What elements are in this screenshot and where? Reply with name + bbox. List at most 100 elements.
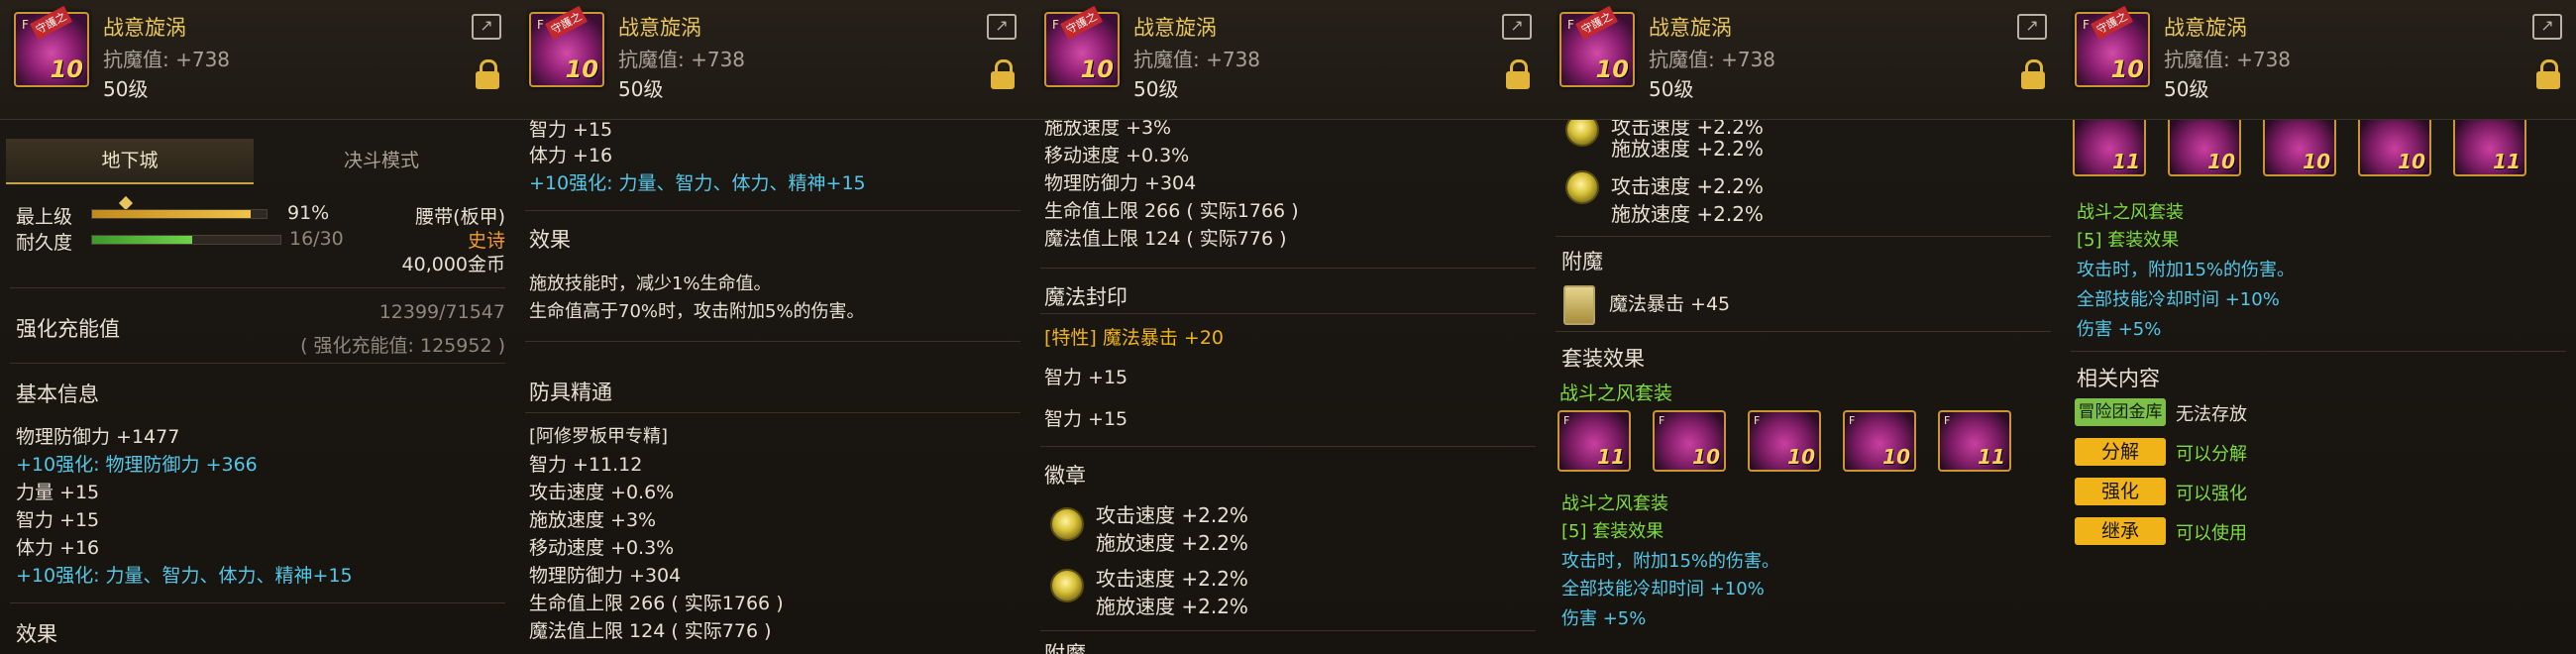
tab-duel[interactable]: 决斗模式: [258, 139, 505, 182]
stat-line: +10强化: 力量、智力、体力、精神+15: [529, 172, 866, 194]
share-icon[interactable]: ↗: [1502, 14, 1532, 40]
item-name: 战意旋涡: [1649, 16, 1732, 40]
divider: [1040, 630, 1536, 631]
lock-icon[interactable]: [476, 59, 499, 89]
set-item-icon[interactable]: F 10: [1748, 410, 1821, 472]
share-icon[interactable]: ↗: [987, 14, 1017, 40]
share-icon[interactable]: ↗: [472, 14, 501, 40]
item-icon: 守護之 F 10: [1559, 5, 1635, 87]
set-item-icon[interactable]: 10: [2263, 115, 2336, 176]
set-effect-line: 伤害 +5%: [1561, 608, 1647, 629]
related-status: 可以强化: [2176, 484, 2247, 504]
set-title: 套装效果: [1561, 347, 1645, 371]
stat-line: 体力 +16: [529, 145, 613, 166]
inherit-badge[interactable]: 继承: [2075, 517, 2166, 545]
mode-tabs: 地下城 决斗模式: [0, 139, 515, 211]
item-level: 50级: [103, 77, 149, 101]
divider: [1040, 268, 1536, 269]
item-level: 50级: [618, 77, 664, 101]
item-stamp: 守護之: [545, 5, 588, 41]
divider: [1556, 236, 2051, 237]
disassemble-badge[interactable]: 分解: [2075, 438, 2166, 466]
item-header: 守護之 F 10 战意旋涡 抗魔值: +738 50级 ↗: [2061, 0, 2576, 120]
related-status: 可以分解: [2176, 444, 2247, 465]
item-header: 守護之 F 10 战意旋涡 抗魔值: +738 50级 ↗: [1030, 0, 1546, 120]
share-icon[interactable]: ↗: [2532, 14, 2562, 40]
basic-info-title: 基本信息: [16, 382, 99, 406]
set-item-icon[interactable]: F 11: [1938, 410, 2011, 472]
lock-icon[interactable]: [2536, 59, 2560, 89]
item-icon-level: 10: [2110, 55, 2144, 83]
item-price: 40,000金币: [401, 254, 505, 275]
reinforce-value: 12399/71547: [378, 301, 505, 323]
effect-title: 效果: [16, 622, 57, 646]
item-name: 战意旋涡: [103, 16, 186, 40]
item-resist: 抗魔值: +738: [103, 48, 231, 71]
durability-bar-fill: [92, 236, 192, 244]
vault-badge: 冒险团金库: [2075, 398, 2166, 426]
lock-icon[interactable]: [991, 59, 1015, 89]
set-item-icon[interactable]: 10: [2358, 115, 2431, 176]
stat-line: +10强化: 力量、智力、体力、精神+15: [16, 565, 353, 587]
set-item-icon[interactable]: 11: [2453, 115, 2526, 176]
item-rarity: 史诗: [467, 230, 505, 252]
divider: [525, 341, 1020, 342]
panel3-body: 施放速度 +3% 移动速度 +0.3% 物理防御力 +304 生命值上限 266…: [1030, 117, 1546, 654]
item-stamp: 守護之: [30, 5, 72, 41]
divider: [525, 210, 1020, 211]
lock-icon[interactable]: [2021, 59, 2045, 89]
tooltip-panel-2: 守護之 F 10 战意旋涡 抗魔值: +738 50级 ↗ 智力 +15 体力 …: [515, 0, 1031, 654]
item-resist: 抗魔值: +738: [618, 48, 746, 71]
reinforce-total: ( 强化充能值: 125952 ): [300, 335, 505, 357]
set-item-icon[interactable]: F 10: [1843, 410, 1916, 472]
item-icon: 守護之 F 10: [1044, 5, 1120, 87]
enchant-title: 附魔: [1561, 250, 1603, 273]
divider: [1040, 313, 1536, 314]
emblem-title: 徽章: [1044, 464, 1086, 488]
tab-dungeon[interactable]: 地下城: [6, 139, 254, 184]
reinforce-badge[interactable]: 强化: [2075, 478, 2166, 505]
mastery-line: 施放速度 +3%: [529, 509, 657, 531]
divider: [10, 287, 505, 288]
item-stamp: 守護之: [1575, 5, 1618, 41]
emblem-stat: 攻击速度 +2.2%: [1611, 174, 1764, 198]
enchant-card-icon: [1563, 285, 1595, 325]
stat-line: 生命值上限 266 ( 实际1766 ): [1044, 200, 1299, 222]
related-title: 相关内容: [2077, 367, 2160, 390]
stat-line: 物理防御力 +304: [1044, 172, 1197, 194]
item-icon-tag: F: [2083, 18, 2090, 32]
durability-label: 耐久度: [16, 232, 73, 254]
item-name: 战意旋涡: [618, 16, 701, 40]
item-icon-level: 10: [565, 55, 598, 83]
set-item-icon[interactable]: 11: [2073, 115, 2146, 176]
item-header: 守護之 F 10 战意旋涡 抗魔值: +738 50级 ↗: [1546, 0, 2061, 120]
share-icon[interactable]: ↗: [2017, 14, 2047, 40]
lock-icon[interactable]: [1506, 59, 1530, 89]
stat-line: 力量 +15: [16, 482, 100, 503]
reinforce-title: 强化充能值: [16, 317, 120, 341]
item-icon: 守護之 F 10: [14, 5, 89, 87]
item-icon-level: 10: [1080, 55, 1114, 83]
tooltip-panel-5: 守護之 F 10 战意旋涡 抗魔值: +738 50级 ↗ 11 10 10 1…: [2061, 0, 2576, 654]
emblem-stat: 施放速度 +2.2%: [1096, 595, 1248, 618]
durability-bar: [91, 235, 281, 245]
item-icon: 守護之 F 10: [2075, 5, 2150, 87]
item-stamp: 守護之: [2091, 5, 2133, 41]
related-status: 可以使用: [2176, 523, 2247, 544]
stat-line: +10强化: 物理防御力 +366: [16, 454, 258, 476]
set-name: 战斗之风套装: [2077, 202, 2184, 223]
set-item-icon[interactable]: F 11: [1557, 410, 1631, 472]
seal-trait: [特性] 魔法暴击 +20: [1044, 327, 1225, 349]
enchant-title: 附魔: [1044, 642, 1086, 654]
item-slot: 腰带(板甲): [415, 206, 505, 228]
item-icon: 守護之 F 10: [529, 5, 604, 87]
set-item-icon[interactable]: F 10: [1653, 410, 1726, 472]
seal-title: 魔法封印: [1044, 285, 1127, 309]
divider: [10, 363, 505, 364]
emblem-medal-icon: [1050, 507, 1084, 541]
tooltip-panel-1: 守護之 F 10 战意旋涡 抗魔值: +738 50级 ↗ 地下城 决斗模式 最…: [0, 0, 516, 654]
mastery-line: 魔法值上限 124 ( 实际776 ): [529, 620, 772, 642]
effect-line: 施放技能时，减少1%生命值。: [529, 273, 772, 294]
panel1-body: 地下城 决斗模式 最上级 91% 耐久度 16/30 腰带(板甲) 史诗 40,…: [0, 119, 515, 654]
set-item-icon[interactable]: 10: [2168, 115, 2241, 176]
